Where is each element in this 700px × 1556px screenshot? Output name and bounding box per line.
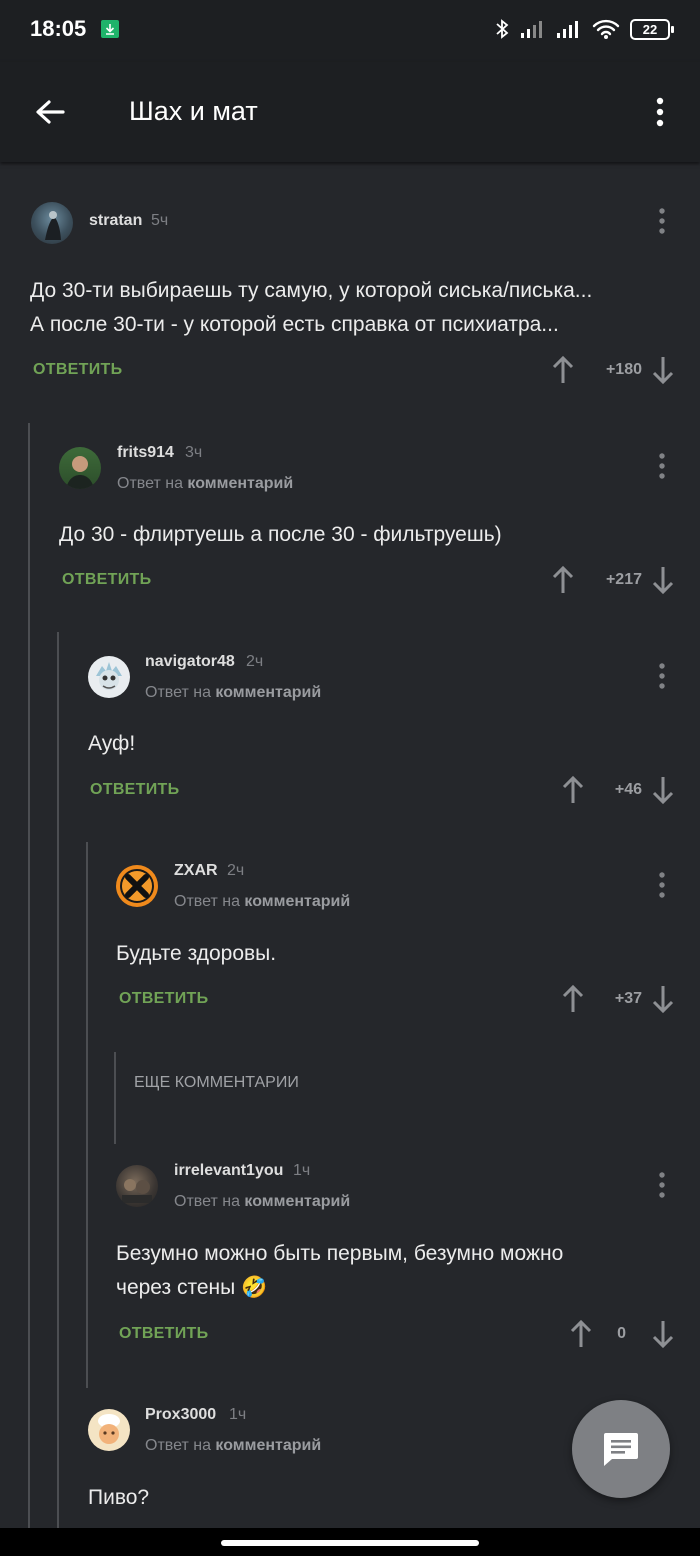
comment-text: Пиво?: [88, 1486, 150, 1509]
reply-button[interactable]: ОТВЕТИТЬ: [119, 1325, 208, 1343]
comment-text: До 30 - флиртуешь а после 30 - фильтруеш…: [59, 523, 502, 546]
comment-text: До 30-ти выбираешь ту самую, у которой с…: [30, 279, 593, 336]
reply-to-label[interactable]: Ответ на комментарий: [117, 475, 293, 493]
more-vertical-icon: [659, 1172, 665, 1198]
thread-line: [86, 842, 88, 1388]
downvote-button[interactable]: [650, 564, 676, 596]
upvote-button[interactable]: [550, 564, 576, 596]
more-vertical-icon: [659, 663, 665, 689]
comment-text: Ауф!: [88, 732, 136, 755]
comment-author[interactable]: stratan: [89, 212, 142, 230]
reply-to-label[interactable]: Ответ на комментарий: [174, 1193, 350, 1211]
more-vertical-icon: [656, 97, 664, 127]
status-time: 18:05: [30, 16, 87, 41]
comment-time: 1ч: [229, 1406, 247, 1423]
avatar[interactable]: [116, 865, 158, 907]
arrow-up-icon: [552, 355, 574, 383]
comment-author[interactable]: navigator48: [145, 653, 235, 671]
status-icons: 22: [494, 14, 674, 44]
avatar[interactable]: [88, 1409, 130, 1451]
comment-score: +180: [605, 361, 642, 378]
avatar[interactable]: [116, 1165, 158, 1207]
reply-button[interactable]: ОТВЕТИТЬ: [119, 990, 208, 1008]
comment-score: +37: [614, 990, 642, 1007]
status-bar: 18:05 22: [0, 0, 700, 62]
comment-text: Безумно можно быть первым, безумно можно…: [116, 1242, 564, 1299]
comment-time: 3ч: [185, 444, 203, 461]
signal-icon-2: [557, 21, 578, 38]
wifi-icon: [592, 19, 620, 39]
comments-feed[interactable]: stratan 5ч До 30-ти выбираешь ту самую, …: [0, 164, 700, 1528]
comment-menu-button[interactable]: [650, 1167, 674, 1203]
comments-fab-button[interactable]: [572, 1400, 670, 1498]
arrow-left-icon: [36, 100, 65, 124]
arrow-down-icon: [652, 1321, 674, 1349]
more-comments-button[interactable]: ЕЩЕ КОММЕНТАРИИ: [134, 1074, 299, 1092]
comment-icon: [604, 1433, 638, 1466]
comment-menu-button[interactable]: [650, 658, 674, 694]
reply-button[interactable]: ОТВЕТИТЬ: [62, 571, 151, 589]
bluetooth-icon: [496, 19, 509, 39]
back-button[interactable]: [22, 86, 78, 138]
comment-text: Будьте здоровы.: [116, 942, 277, 965]
arrow-down-icon: [652, 567, 674, 595]
arrow-down-icon: [652, 986, 674, 1014]
app-bar: Шах и мат: [0, 62, 700, 162]
reply-button[interactable]: ОТВЕТИТЬ: [90, 781, 179, 799]
arrow-up-icon: [552, 565, 574, 593]
arrow-up-icon: [562, 984, 584, 1012]
downvote-button[interactable]: [650, 354, 676, 386]
comment-time: 5ч: [151, 212, 169, 229]
comment-author[interactable]: Prox3000: [145, 1406, 216, 1424]
avatar[interactable]: [88, 656, 130, 698]
battery-icon: 22: [630, 18, 674, 40]
signal-icon: [521, 21, 542, 38]
comment-author[interactable]: ZXAR: [174, 862, 218, 880]
thread-line: [28, 423, 30, 1528]
comment-menu-button[interactable]: [650, 867, 674, 903]
avatar[interactable]: [31, 202, 73, 244]
more-vertical-icon: [659, 453, 665, 479]
comment-score: +46: [614, 781, 642, 798]
comment-author[interactable]: irrelevant1you: [174, 1162, 283, 1180]
comment-author[interactable]: frits914: [117, 444, 174, 462]
reply-to-label[interactable]: Ответ на комментарий: [174, 893, 350, 911]
more-vertical-icon: [659, 208, 665, 234]
page-title: Шах и мат: [129, 96, 258, 126]
arrow-down-icon: [652, 357, 674, 385]
comment-menu-button[interactable]: [650, 203, 674, 239]
reply-button[interactable]: ОТВЕТИТЬ: [33, 361, 122, 379]
comment-menu-button[interactable]: [650, 448, 674, 484]
comment-score: +217: [605, 571, 642, 588]
system-nav-bar: [0, 1528, 700, 1556]
reply-to-label[interactable]: Ответ на комментарий: [145, 1437, 321, 1455]
reply-to-label[interactable]: Ответ на комментарий: [145, 684, 321, 702]
more-vertical-icon: [659, 872, 665, 898]
more-options-button[interactable]: [640, 86, 680, 138]
downvote-button[interactable]: [650, 774, 676, 806]
download-notification-icon: [101, 20, 119, 38]
home-indicator[interactable]: [221, 1540, 479, 1546]
upvote-button[interactable]: [550, 354, 576, 386]
comment-time: 2ч: [227, 862, 245, 879]
thread-line: [57, 632, 59, 1528]
thread-line: [114, 1052, 116, 1144]
comment-time: 1ч: [293, 1162, 311, 1179]
downvote-button[interactable]: [650, 1318, 676, 1350]
arrow-up-icon: [562, 775, 584, 803]
arrow-down-icon: [652, 777, 674, 805]
comment-score: 0: [617, 1325, 626, 1342]
comment-time: 2ч: [246, 653, 264, 670]
avatar[interactable]: [59, 447, 101, 489]
downvote-button[interactable]: [650, 983, 676, 1015]
